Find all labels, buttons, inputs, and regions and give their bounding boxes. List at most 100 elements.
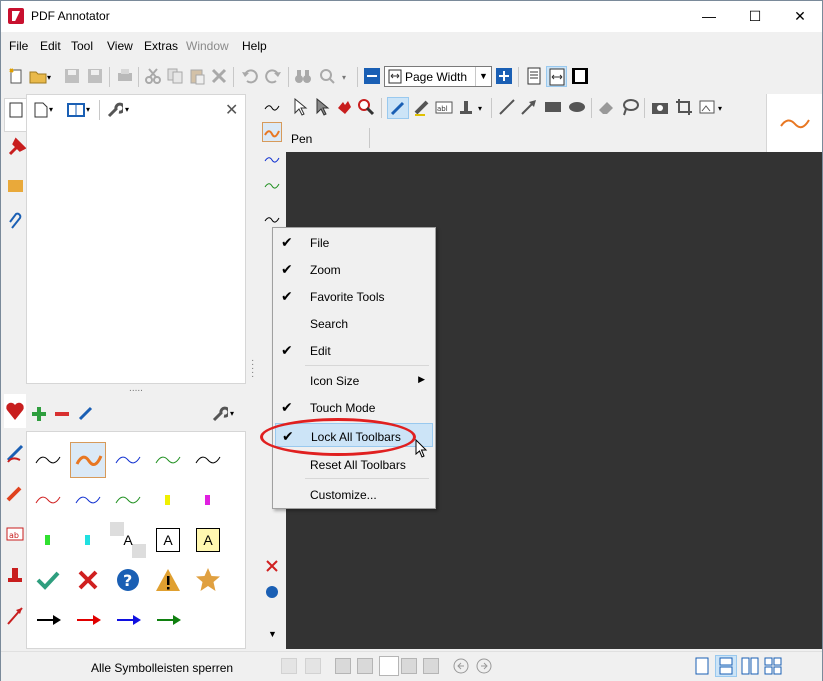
paste-icon[interactable]	[188, 67, 206, 85]
zoom-select[interactable]: Page Width ▼	[384, 66, 492, 87]
crop-tool-icon[interactable]	[675, 98, 693, 116]
open-dropdown-icon[interactable]: ▾	[47, 73, 51, 82]
favorite-highlighter-green[interactable]	[30, 522, 66, 558]
strip-pen-black-2-icon[interactable]	[264, 212, 280, 226]
favorite-text-box[interactable]: A	[150, 522, 186, 558]
favorite-warning[interactable]	[150, 562, 186, 598]
plus-icon[interactable]	[32, 407, 46, 421]
ctx-item-search[interactable]: Search	[275, 311, 433, 335]
new-page-icon[interactable]	[34, 102, 48, 118]
select-text-icon[interactable]	[313, 98, 331, 116]
menu-window[interactable]: Window	[186, 39, 229, 53]
menu-help[interactable]: Help	[242, 39, 267, 53]
first-page-icon[interactable]	[335, 658, 351, 674]
copy-icon[interactable]	[166, 67, 184, 85]
ctx-item-icon-size[interactable]: Icon Size ▶	[275, 368, 433, 392]
arrow-tab-icon[interactable]	[4, 598, 26, 632]
find-next-icon[interactable]	[318, 67, 336, 85]
favorite-pen-black-2[interactable]	[190, 442, 226, 478]
stamp-tool-icon[interactable]	[457, 98, 475, 116]
next-page-icon[interactable]	[401, 658, 417, 674]
full-page-icon[interactable]	[525, 67, 543, 85]
panel-splitter[interactable]: .....	[26, 384, 246, 397]
strip-pen-black-icon[interactable]	[264, 100, 280, 114]
continuous-view-button[interactable]	[715, 655, 737, 677]
favorite-star[interactable]	[190, 562, 226, 598]
paperclip-icon[interactable]	[4, 206, 26, 240]
save-icon[interactable]	[63, 67, 81, 85]
two-page-continuous-icon[interactable]	[764, 657, 782, 675]
edit-pen-icon[interactable]	[78, 405, 94, 421]
single-page-icon[interactable]	[694, 657, 710, 675]
binoculars-icon[interactable]	[294, 67, 312, 85]
strip-pen-green-icon[interactable]	[264, 178, 280, 192]
close-button[interactable]: ✕	[777, 1, 823, 32]
favorite-text-box-yellow[interactable]: A	[190, 522, 226, 558]
print-icon[interactable]	[116, 67, 134, 85]
save-as-icon[interactable]	[86, 67, 104, 85]
menu-file[interactable]: File	[9, 39, 28, 53]
maximize-button[interactable]: ☐	[732, 1, 778, 32]
favorite-arrow-blue[interactable]	[110, 602, 146, 638]
ctx-item-reset-all-toolbars[interactable]: Reset All Toolbars	[275, 452, 433, 476]
ctx-item-favorite-tools[interactable]: ✔ Favorite Tools	[275, 284, 433, 308]
favorite-pen-orange[interactable]	[70, 442, 106, 478]
ellipse-tool-icon[interactable]	[568, 98, 586, 116]
book-dropdown-icon[interactable]: ▾	[86, 105, 90, 114]
heart-icon[interactable]	[4, 394, 26, 428]
last-page-icon[interactable]	[423, 658, 439, 674]
highlighter-tab-icon[interactable]	[4, 476, 26, 510]
image-tool-icon[interactable]	[699, 98, 717, 116]
menu-tool[interactable]: Tool	[71, 39, 93, 53]
strip-question-icon[interactable]	[264, 585, 280, 599]
nav-back-icon[interactable]	[281, 658, 297, 674]
page-number-field[interactable]	[379, 656, 399, 676]
line-tool-icon[interactable]	[498, 98, 516, 116]
favorite-highlighter-yellow[interactable]	[150, 482, 186, 518]
ctx-item-touch-mode[interactable]: ✔ Touch Mode	[275, 395, 433, 419]
stamp-dropdown-icon[interactable]: ▾	[478, 104, 482, 113]
zoom-in-icon[interactable]	[495, 67, 513, 85]
lasso-tool-icon[interactable]	[621, 98, 639, 116]
favorite-pen-black[interactable]	[30, 442, 66, 478]
wrench-icon[interactable]	[107, 102, 123, 118]
menu-edit[interactable]: Edit	[40, 39, 61, 53]
favorite-highlighter-cyan[interactable]	[70, 522, 106, 558]
wrench-dropdown-icon[interactable]: ▾	[125, 105, 129, 114]
open-folder-icon[interactable]	[29, 67, 47, 85]
select-arrow-icon[interactable]	[291, 98, 309, 116]
ctx-item-edit[interactable]: ✔ Edit	[275, 338, 433, 362]
favorite-question[interactable]: ?	[110, 562, 146, 598]
highlighter-tool-icon[interactable]	[413, 98, 431, 116]
delete-icon[interactable]	[210, 67, 228, 85]
redo-icon[interactable]	[264, 67, 282, 85]
image-dropdown-icon[interactable]: ▾	[718, 104, 722, 113]
new-page-dropdown-icon[interactable]: ▾	[49, 105, 53, 114]
rectangle-tool-icon[interactable]	[544, 98, 562, 116]
settings-dropdown-icon[interactable]: ▾	[230, 409, 234, 418]
stamp-tab-icon[interactable]	[4, 558, 26, 592]
minus-icon[interactable]	[55, 407, 69, 421]
favorite-highlighter-magenta[interactable]	[190, 482, 226, 518]
previous-page-icon[interactable]	[357, 658, 373, 674]
eraser-tool-icon[interactable]	[597, 98, 615, 116]
favorite-cross[interactable]	[70, 562, 106, 598]
vertical-splitter[interactable]: · · · · ·	[247, 94, 259, 649]
two-page-icon[interactable]	[741, 657, 759, 675]
ctx-item-lock-all-toolbars[interactable]: ✔ Lock All Toolbars	[275, 423, 433, 447]
fullscreen-icon[interactable]	[571, 67, 589, 85]
book-icon[interactable]	[67, 103, 85, 117]
ctx-item-zoom[interactable]: ✔ Zoom	[275, 257, 433, 281]
strip-scroll-down-icon[interactable]: ▼	[268, 629, 277, 639]
favorite-arrow-red[interactable]	[70, 602, 106, 638]
favorite-pen-red[interactable]	[30, 482, 66, 518]
ctx-item-customize[interactable]: Customize...	[275, 482, 433, 506]
nav-forward-icon[interactable]	[305, 658, 321, 674]
menu-extras[interactable]: Extras	[144, 39, 178, 53]
arrow-tool-icon[interactable]	[520, 98, 538, 116]
close-panel-icon[interactable]: ✕	[225, 100, 238, 120]
history-forward-icon[interactable]	[476, 658, 492, 674]
undo-icon[interactable]	[241, 67, 259, 85]
folder-icon[interactable]	[4, 170, 26, 204]
cut-icon[interactable]	[144, 67, 162, 85]
